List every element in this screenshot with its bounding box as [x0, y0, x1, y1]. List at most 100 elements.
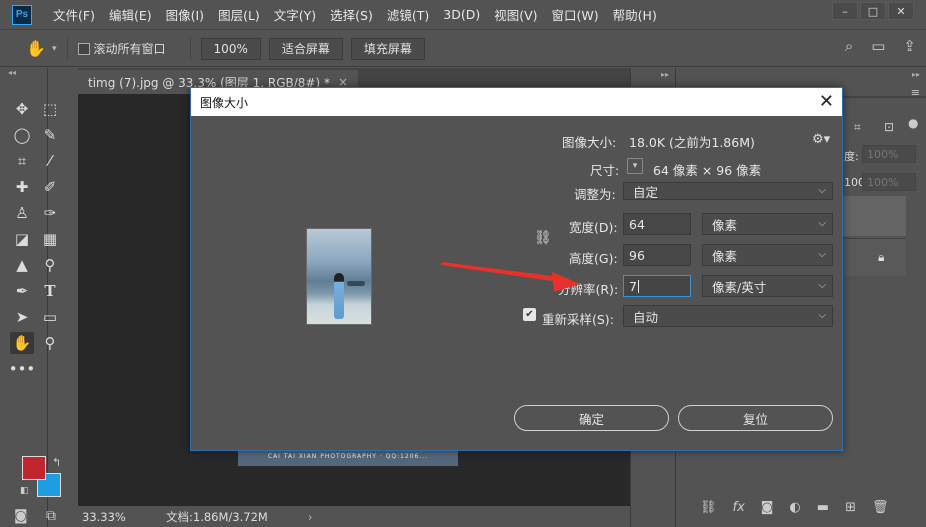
zoom-level[interactable]: 33.33%	[82, 510, 142, 524]
constrain-link-icon[interactable]: ⛓	[534, 230, 552, 246]
menu-edit[interactable]: 编辑(E)	[102, 5, 159, 24]
height-unit-select[interactable]: 像素 ⌵	[702, 244, 833, 266]
window-controls: – □ ✕	[832, 2, 914, 20]
foreground-color-swatch[interactable]	[22, 456, 46, 480]
opacity-field[interactable]: 100%	[862, 145, 916, 163]
zoom-tool-icon[interactable]: ⚲	[38, 332, 62, 354]
options-right-group: ⌕ ▭ ⇪	[845, 37, 916, 55]
zoom-100-button[interactable]: 100%	[200, 37, 261, 60]
lasso-tool-icon[interactable]: ◯	[10, 124, 34, 146]
hand-tool-icon[interactable]: ✋	[10, 332, 34, 354]
menu-file[interactable]: 文件(F)	[46, 5, 102, 24]
fit-to-select[interactable]: 自定 ⌵	[623, 182, 833, 200]
add-mask-icon[interactable]: ◙	[761, 500, 774, 515]
default-colors-icon[interactable]: ◧	[20, 486, 29, 496]
dimensions-value: 64 像素 × 96 像素	[653, 163, 762, 178]
workspace-icon[interactable]: ▭	[871, 37, 885, 55]
tools-panel: ◂◂ ✥ ⬚ ◯ ✎ ⌗ ⁄ ✚ ✐ ♙ ✑ ◪ ▦ ▲ ⚲ ✒ T ➤ ▭ ✋…	[0, 68, 61, 527]
menu-type[interactable]: 文字(Y)	[267, 5, 323, 24]
screen-mode-icon[interactable]: ⧉	[46, 508, 56, 524]
resolution-input[interactable]: 7	[623, 275, 691, 297]
collapse-icon[interactable]: ◂◂	[0, 68, 47, 80]
gradient-tool-icon[interactable]: ▦	[38, 228, 62, 250]
ok-button[interactable]: 确定	[514, 405, 669, 431]
delete-layer-icon[interactable]: 🗑︎	[872, 500, 889, 515]
minimize-button[interactable]: –	[832, 2, 858, 20]
blur-tool-icon[interactable]: ▲	[10, 254, 34, 276]
menu-help[interactable]: 帮助(H)	[606, 5, 664, 24]
history-brush-icon[interactable]: ✑	[38, 202, 62, 224]
status-bar: 33.33% 文档:1.86M/3.72M ›	[78, 506, 630, 527]
swap-colors-icon[interactable]: ↰	[52, 456, 61, 469]
resolution-unit-select[interactable]: 像素/英寸 ⌵	[702, 275, 833, 297]
tool-grid: ✥ ⬚ ◯ ✎ ⌗ ⁄ ✚ ✐ ♙ ✑ ◪ ▦ ▲ ⚲ ✒ T ➤ ▭ ✋ ⚲ …	[9, 98, 66, 380]
layer-style-icon[interactable]: fx	[733, 500, 745, 515]
hand-tool-preset-icon[interactable]: ✋	[26, 39, 46, 59]
menu-3d[interactable]: 3D(D)	[436, 7, 487, 22]
opacity-label-fragment: 度:	[844, 150, 859, 163]
rectangle-tool-icon[interactable]: ▭	[38, 306, 62, 328]
reset-button[interactable]: 复位	[678, 405, 833, 431]
height-input[interactable]: 96	[623, 244, 691, 266]
menu-layer[interactable]: 图层(L)	[211, 5, 267, 24]
move-tool-icon[interactable]: ✥	[10, 98, 34, 120]
photoshop-logo: Ps	[12, 4, 32, 25]
menu-image[interactable]: 图像(I)	[159, 5, 211, 24]
stamp-tool-icon[interactable]: ♙	[10, 202, 34, 224]
fill-screen-button[interactable]: 填充屏幕	[350, 37, 425, 60]
dialog-title-bar: 图像大小	[191, 88, 842, 116]
dodge-tool-icon[interactable]: ⚲	[38, 254, 62, 276]
crop-tool-icon[interactable]: ⌗	[10, 150, 34, 172]
chevron-down-icon[interactable]: ▾	[52, 44, 57, 54]
share-icon[interactable]: ⇪	[903, 37, 916, 55]
pen-tool-icon[interactable]: ✒	[10, 280, 34, 302]
lock-position-icon[interactable]: ⊡	[884, 120, 894, 134]
new-layer-icon[interactable]: ⊞	[845, 500, 856, 515]
link-layers-icon[interactable]: ⛓	[700, 500, 717, 515]
new-group-icon[interactable]: ▬	[817, 500, 829, 515]
quick-select-tool-icon[interactable]: ✎	[38, 124, 62, 146]
status-menu-icon[interactable]: ›	[308, 510, 313, 524]
path-select-icon[interactable]: ➤	[10, 306, 34, 328]
gear-icon[interactable]: ⚙▾	[812, 132, 830, 147]
menu-filter[interactable]: 滤镜(T)	[380, 5, 436, 24]
quick-mask-icon[interactable]: ◙	[14, 508, 28, 524]
eyedropper-tool-icon[interactable]: ⁄	[38, 150, 62, 172]
image-preview[interactable]	[306, 228, 372, 325]
chevron-down-icon: ⌵	[818, 310, 826, 321]
eraser-tool-icon[interactable]: ◪	[10, 228, 34, 250]
dimensions-unit-dropdown[interactable]: ▾	[627, 158, 643, 174]
brush-tool-icon[interactable]: ✐	[38, 176, 62, 198]
close-window-button[interactable]: ✕	[888, 2, 914, 20]
lock-artboard-icon[interactable]: ⌗	[854, 120, 861, 135]
collapse-right-icon[interactable]: ▸▸	[631, 68, 674, 79]
search-icon[interactable]: ⌕	[845, 37, 853, 55]
fill-field[interactable]: 100%	[862, 173, 916, 191]
fit-to-value: 自定	[633, 184, 659, 200]
more-tools-icon[interactable]: •••	[9, 358, 36, 380]
adjustment-layer-icon[interactable]: ◐	[789, 500, 800, 515]
collapse-panel-icon[interactable]: ▸▸	[912, 70, 920, 79]
scroll-all-windows-checkbox[interactable]	[77, 42, 90, 55]
text-cursor	[637, 279, 639, 293]
layer-item-selected[interactable]	[842, 196, 906, 236]
layers-panel-footer: ⛓ fx ◙ ◐ ▬ ⊞ 🗑︎	[700, 500, 888, 515]
close-icon[interactable]: ✕	[819, 92, 834, 112]
resolution-unit-value: 像素/英寸	[712, 279, 767, 295]
width-unit-select[interactable]: 像素 ⌵	[702, 213, 833, 235]
type-tool-icon[interactable]: T	[38, 280, 62, 302]
menu-view[interactable]: 视图(V)	[487, 5, 544, 24]
menu-select[interactable]: 选择(S)	[323, 5, 380, 24]
width-input[interactable]: 64	[623, 213, 691, 235]
marquee-tool-icon[interactable]: ⬚	[38, 98, 62, 120]
menu-window[interactable]: 窗口(W)	[545, 5, 606, 24]
resample-select[interactable]: 自动 ⌵	[623, 305, 833, 327]
layer-item-background[interactable]: 🔒︎	[842, 238, 906, 276]
menu-bar: Ps 文件(F) 编辑(E) 图像(I) 图层(L) 文字(Y) 选择(S) 滤…	[0, 0, 926, 30]
healing-brush-icon[interactable]: ✚	[10, 176, 34, 198]
lock-all-icon[interactable]: ●	[908, 116, 918, 130]
maximize-button[interactable]: □	[860, 2, 886, 20]
height-label: 高度(G):	[569, 251, 618, 266]
fit-screen-button[interactable]: 适合屏幕	[268, 37, 343, 60]
resample-checkbox[interactable]: ✔	[523, 308, 536, 321]
